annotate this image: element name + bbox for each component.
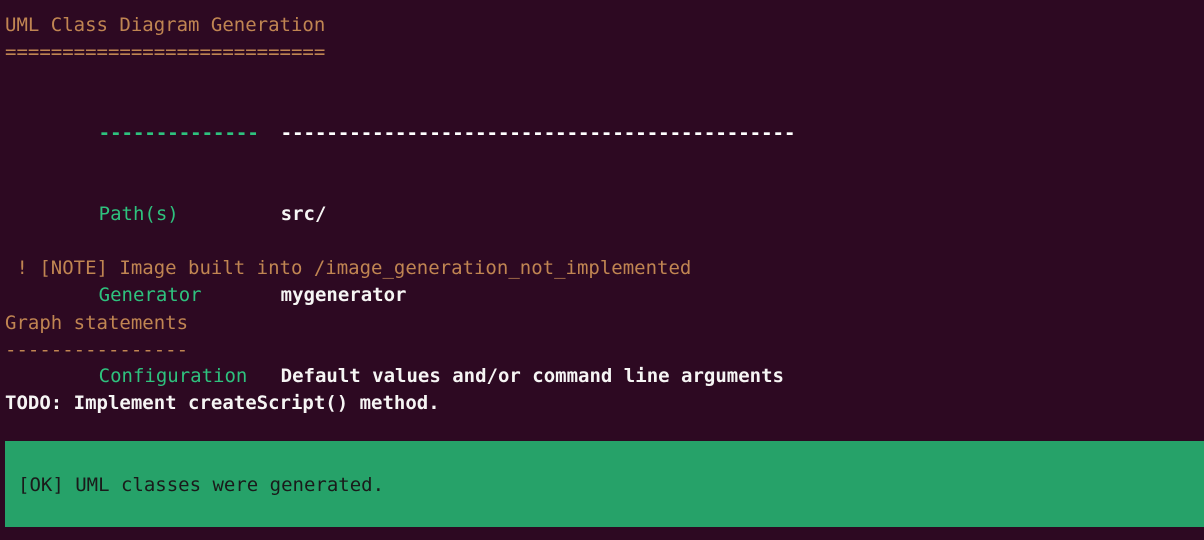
table-top-rule-right: ----------------------------------------…	[280, 122, 796, 144]
table-label-configuration: Configuration	[98, 365, 248, 387]
note-line: ! [NOTE] Image built into /image_generat…	[5, 257, 692, 279]
page-title: UML Class Diagram Generation	[5, 14, 326, 36]
table-value-generator: mygenerator	[280, 284, 407, 306]
note-message: ! [NOTE] Image built into /image_generat…	[5, 255, 691, 282]
info-table: -------------- --------------------------…	[5, 93, 796, 498]
table-label-generator: Generator	[98, 284, 202, 306]
title-underline: ============================	[5, 41, 326, 63]
graph-statements-underline: ----------------	[5, 339, 189, 361]
graph-statements-section: Graph statements ----------------	[5, 310, 188, 364]
status-banner-text: [OK] UML classes were generated.	[18, 474, 385, 496]
table-top-rule-left: --------------	[98, 122, 259, 144]
graph-statements-body: TODO: Implement createScript() method.	[5, 390, 440, 417]
table-value-configuration: Default values and/or command line argum…	[280, 365, 784, 387]
todo-line: TODO: Implement createScript() method.	[5, 392, 440, 414]
table-value-paths: src/	[280, 203, 327, 225]
graph-statements-heading: Graph statements	[5, 312, 189, 334]
status-banner: [OK] UML classes were generated.	[5, 441, 1204, 527]
table-row: Path(s) src/	[5, 174, 795, 255]
header-block: UML Class Diagram Generation ===========…	[5, 12, 325, 66]
terminal-window: UML Class Diagram Generation ===========…	[0, 0, 1204, 540]
table-top-rule: -------------- --------------------------…	[5, 93, 796, 174]
table-label-paths: Path(s)	[98, 203, 179, 225]
